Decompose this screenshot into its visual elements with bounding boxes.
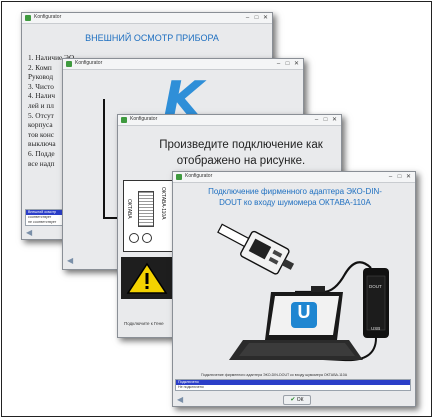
laptop-logo-letter: U (297, 302, 311, 322)
window-title: Konfigurator (130, 116, 158, 122)
window-title: Konfigurator (34, 14, 62, 20)
close-icon[interactable]: ✕ (292, 59, 301, 69)
title-bar: Konfigurator – □ ✕ (63, 59, 303, 70)
close-icon[interactable]: ✕ (261, 13, 270, 23)
adapter-caption: Подключение фирменного адаптера ЭКО-DIN-… (201, 373, 348, 377)
warning-icon (126, 262, 168, 294)
minimize-icon[interactable]: – (243, 13, 252, 23)
speaker-icon[interactable]: ◀ (177, 396, 187, 404)
inspection-heading: ВНЕШНИЙ ОСМОТР ПРИБОРА (85, 33, 219, 43)
device-label: ОКТАВА-110А (160, 187, 166, 220)
device-label: ОКТАВА (126, 199, 132, 219)
ok-button-label: ОК (296, 397, 304, 403)
status-option[interactable]: не соответствует (26, 220, 64, 225)
connection-status-list[interactable]: Подключено Не подключено (175, 379, 411, 391)
window-title: Konfigurator (185, 173, 213, 179)
usb-label-usb: USB (371, 326, 381, 331)
app-icon (25, 15, 31, 21)
sound-level-meter-icon (217, 223, 295, 275)
speaker-icon[interactable]: ◀ (26, 229, 36, 237)
connection-footer: Подключите к Гене (124, 321, 164, 326)
maximize-icon[interactable]: □ (252, 13, 261, 23)
ok-button[interactable]: ✔ ОК (283, 395, 311, 405)
app-icon (66, 61, 72, 67)
app-icon (176, 174, 182, 180)
title-bar: Konfigurator – □ ✕ (173, 172, 415, 183)
status-option[interactable]: Не подключено (176, 385, 410, 390)
device-knob-icon (129, 233, 139, 243)
device-illustration: ОКТАВА ОКТАВА-110А (123, 180, 175, 252)
minimize-icon[interactable]: – (386, 172, 395, 182)
maximize-icon[interactable]: □ (321, 115, 330, 125)
minimize-icon[interactable]: – (312, 115, 321, 125)
device-knob-icon (142, 233, 152, 243)
close-icon[interactable]: ✕ (330, 115, 339, 125)
minimize-icon[interactable]: – (274, 59, 283, 69)
speaker-icon[interactable]: ◀ (67, 257, 77, 265)
connection-diagram (217, 223, 389, 362)
title-bar: Konfigurator – □ ✕ (22, 13, 272, 24)
warning-panel (121, 257, 173, 299)
adapter-cable (295, 261, 372, 294)
connection-instruction: Произведите подключение как отображено н… (159, 139, 323, 167)
ok-check-icon: ✔ (290, 397, 296, 403)
adapter-heading: Подключение фирменного адаптера ЭКО-DIN-… (208, 187, 382, 207)
device-grid (138, 191, 154, 227)
title-bar: Konfigurator – □ ✕ (118, 115, 341, 126)
app-icon (121, 117, 127, 123)
maximize-icon[interactable]: □ (283, 59, 292, 69)
inspection-status-list[interactable]: Внешний осмотр соответствует не соответс… (25, 209, 65, 226)
window-title: Konfigurator (75, 60, 103, 66)
adapter-connection-window: Konfigurator – □ ✕ Подключение фирменног… (172, 171, 416, 407)
diagram-line (103, 99, 105, 219)
close-icon[interactable]: ✕ (404, 172, 413, 182)
usb-label-dout: DOUT (369, 284, 382, 289)
maximize-icon[interactable]: □ (395, 172, 404, 182)
